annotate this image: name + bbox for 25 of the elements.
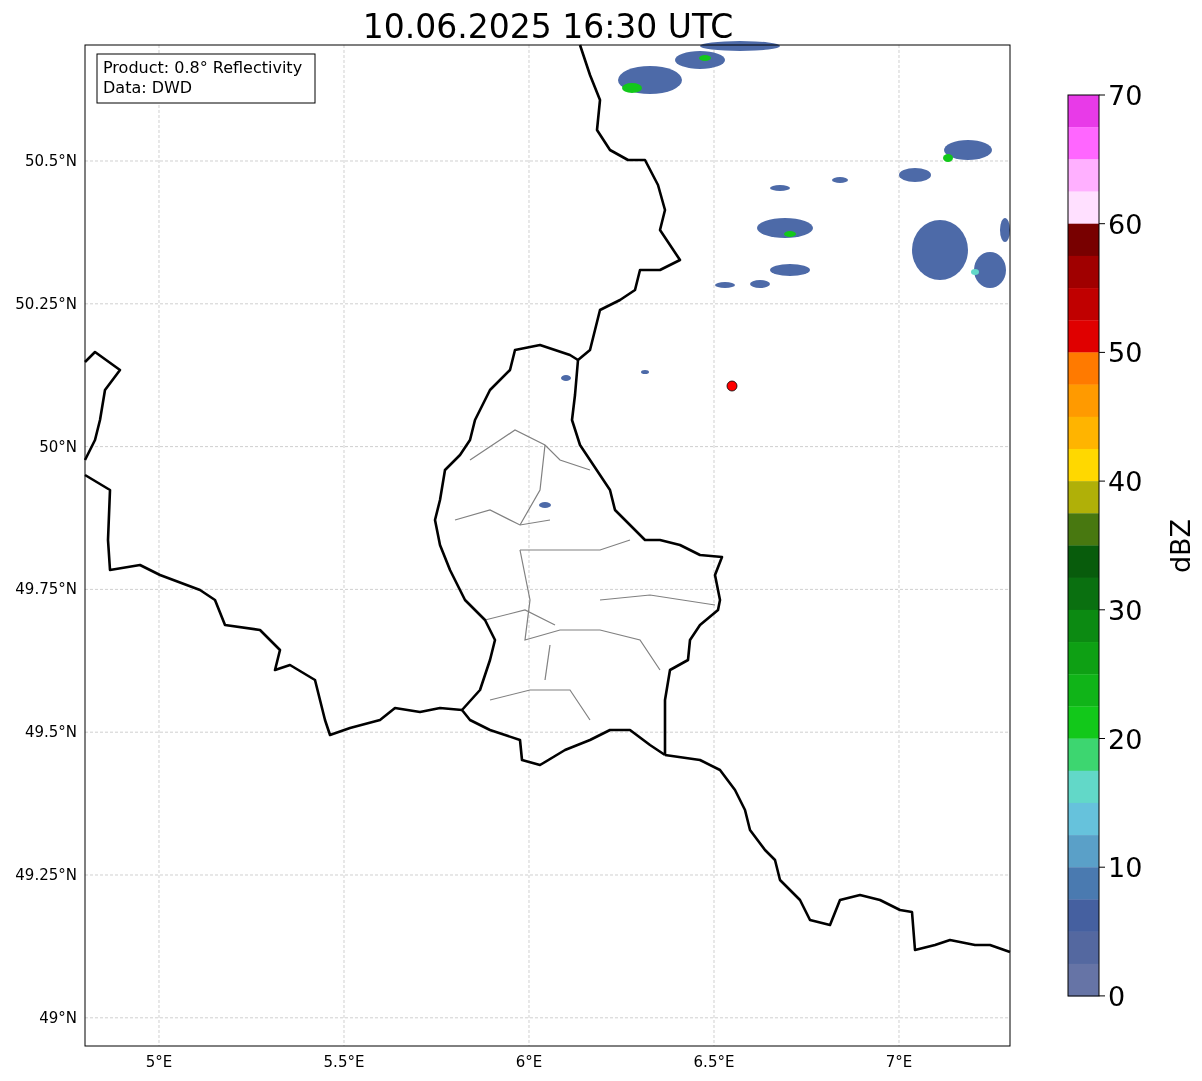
longitude-label: 6.5°E	[693, 1053, 735, 1071]
longitude-label: 5°E	[145, 1053, 173, 1071]
scale-tick-label: 40	[1108, 466, 1143, 498]
scale-tick-label: 30	[1108, 594, 1143, 626]
latitude-label: 50.25°N	[15, 294, 77, 313]
scale-tick-label: 50	[1108, 337, 1143, 369]
info-text: Product: 0.8° Reflectivity	[103, 58, 303, 77]
location-marker	[726, 380, 738, 392]
scale-tick-label: 0	[1108, 980, 1126, 1012]
latitude-label: 49.25°N	[15, 866, 77, 884]
info-text: Data: DWD	[103, 78, 193, 97]
scale-tick-label: 60	[1108, 208, 1143, 240]
longitude-label: 6°E	[515, 1053, 543, 1071]
latitude-label: 50°N	[39, 437, 77, 456]
latitude-label: 50.5°N	[24, 152, 77, 170]
longitude-label: 5.5°E	[323, 1053, 365, 1071]
scale-unit-label: dBZ	[1165, 518, 1196, 574]
scale-tick-label: 20	[1108, 723, 1143, 755]
latitude-label: 49.5°N	[24, 723, 77, 742]
longitude-label: 7°E	[885, 1053, 913, 1071]
latitude-label: 49°N	[39, 1008, 77, 1027]
latitude-label: 49.75°N	[15, 580, 77, 599]
scale-tick-label: 10	[1108, 852, 1143, 884]
map-title: 10.06.2025 16:30 UTC	[362, 7, 734, 46]
scale-tick-label: 70	[1108, 80, 1143, 111]
